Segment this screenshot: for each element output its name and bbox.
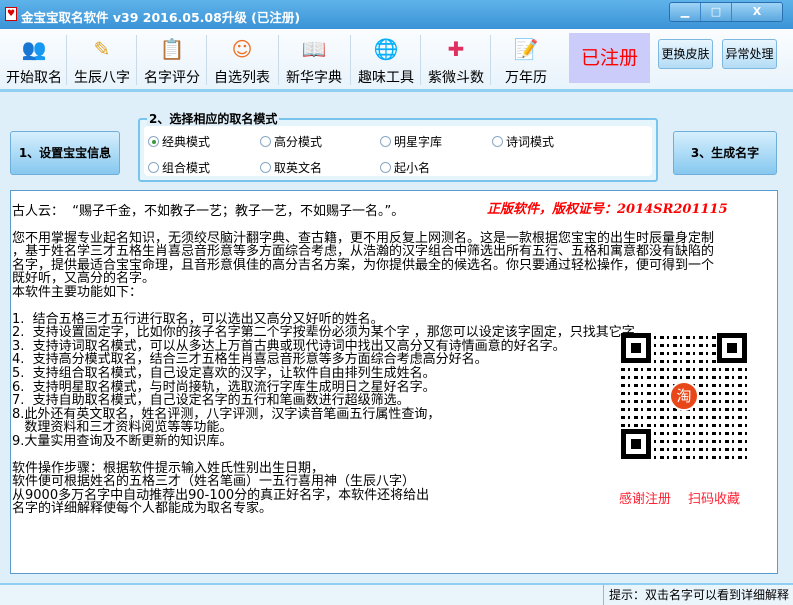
- radio-indicator: [492, 136, 503, 147]
- set-baby-info-button[interactable]: 1、设置宝宝信息: [10, 131, 120, 175]
- exception-handling-button[interactable]: 异常处理: [722, 39, 777, 69]
- toolbar-separator: [278, 35, 279, 85]
- mode-label: 起小名: [394, 161, 431, 175]
- toolbar-users-button[interactable]: 👥 开始取名: [0, 32, 68, 88]
- taobao-logo-icon: 淘: [669, 381, 699, 411]
- toolbar-item-label: 万年历: [505, 70, 547, 86]
- naming-mode-legend: 2、选择相应的取名模式: [147, 110, 280, 127]
- mode-label: 明星字库: [394, 135, 443, 149]
- naming-mode-group: 2、选择相应的取名模式 经典模式 高分模式 明星字库 诗词模式组合模式 取英文名 起小名: [138, 110, 658, 182]
- change-skin-button[interactable]: 更换皮肤: [658, 39, 713, 69]
- toolbar-book-reader-button[interactable]: 📖 新华字典: [280, 32, 348, 88]
- info-panel: 古人云： “赐子千金，不如教子一艺；教子一艺，不如赐子一名。”。 正版软件，版权…: [10, 190, 778, 574]
- window-title: 金宝宝取名软件 v39 2016.05.08升级 (已注册): [21, 10, 301, 25]
- toolbar-faces-button[interactable]: ☺ 自选列表: [208, 32, 276, 88]
- radio-indicator: [260, 162, 271, 173]
- minimize-button[interactable]: ▁: [670, 3, 701, 21]
- toolbar-item-label: 新华字典: [286, 70, 342, 86]
- intro-text: 您不用掌握专业起名知识，无须绞尽脑汁翻字典、查古籍，更不用反复上网测名。这是一款…: [12, 230, 715, 300]
- radio-indicator: [148, 136, 159, 147]
- thanks-register-label: 感谢注册: [619, 492, 672, 507]
- toolbar-separator: [420, 35, 421, 85]
- scan-collect-label: 扫码收藏: [688, 492, 741, 507]
- toolbar-item-label: 自选列表: [214, 70, 270, 86]
- toolbar-separator: [206, 35, 207, 85]
- status-tip: 提示：双击名字可以看到详细解释: [603, 585, 789, 605]
- toolbar-globe-button[interactable]: 🌐 趣味工具: [352, 32, 420, 88]
- mode-radio[interactable]: 诗词模式: [492, 133, 554, 150]
- globe-icon: 🌐: [373, 37, 399, 61]
- mode-label: 经典模式: [162, 135, 211, 149]
- toolbar-separator: [136, 35, 137, 85]
- person-pencil-icon: ✎: [93, 37, 111, 61]
- mode-radio[interactable]: 组合模式: [148, 159, 210, 176]
- registered-badge: 已注册: [569, 33, 650, 83]
- book-reader-icon: 📖: [301, 37, 327, 61]
- mode-radio[interactable]: 取英文名: [260, 159, 322, 176]
- status-bar: 提示：双击名字可以看到详细解释: [0, 583, 793, 605]
- radio-indicator: [260, 136, 271, 147]
- close-button[interactable]: X: [732, 3, 782, 21]
- toolbar-separator: [490, 35, 491, 85]
- radio-indicator: [380, 162, 391, 173]
- copyright-text: 正版软件，版权证号：2014SR201115: [487, 202, 728, 217]
- person-plus-icon: ✚: [447, 37, 465, 61]
- mode-label: 组合模式: [162, 161, 211, 175]
- toolbar-person-plus-button[interactable]: ✚ 紫微斗数: [422, 32, 490, 88]
- qr-code: 淘: [621, 333, 747, 459]
- maximize-button[interactable]: □: [701, 3, 732, 21]
- mode-label: 取英文名: [274, 161, 323, 175]
- radio-indicator: [380, 136, 391, 147]
- radio-indicator: [148, 162, 159, 173]
- toolbar-clipboard-button[interactable]: 📋 名字评分: [138, 32, 206, 88]
- faces-icon: ☺: [231, 37, 253, 61]
- toolbar-item-label: 紫微斗数: [428, 70, 484, 86]
- clipboard-icon: 📋: [159, 37, 185, 61]
- mode-radio[interactable]: 高分模式: [260, 133, 322, 150]
- mode-radio[interactable]: 明星字库: [380, 133, 442, 150]
- toolbar-item-label: 开始取名: [6, 70, 62, 86]
- mode-label: 诗词模式: [506, 135, 555, 149]
- mode-radio[interactable]: 经典模式: [148, 133, 210, 150]
- mode-radio[interactable]: 起小名: [380, 159, 430, 176]
- toolbar-separator: [66, 35, 67, 85]
- toolbar-calendar-pencil-button[interactable]: 📝 万年历: [492, 32, 560, 88]
- toolbar-item-label: 趣味工具: [358, 70, 414, 86]
- toolbar-item-label: 名字评分: [144, 70, 200, 86]
- app-logo-icon: ♥: [5, 7, 17, 21]
- toolbar: 已注册 更换皮肤 异常处理 👥 开始取名 ✎ 生辰八字 📋 名字评分 ☺ 自选列表 📖 新华字典 🌐…: [0, 29, 793, 92]
- title-bar: ♥ 金宝宝取名软件 v39 2016.05.08升级 (已注册) ▁ □ X: [0, 0, 793, 29]
- calendar-pencil-icon: 📝: [513, 37, 539, 61]
- toolbar-person-pencil-button[interactable]: ✎ 生辰八字: [68, 32, 136, 88]
- toolbar-separator: [350, 35, 351, 85]
- steps-text: 软件操作步骤：根据软件提示输入姓氏性别出生日期， 软件便可根据姓名的五格三才（姓…: [12, 460, 430, 517]
- generate-names-button[interactable]: 3、生成名字: [673, 131, 777, 175]
- toolbar-item-label: 生辰八字: [74, 70, 130, 86]
- users-icon: 👥: [21, 37, 47, 61]
- mode-label: 高分模式: [274, 135, 323, 149]
